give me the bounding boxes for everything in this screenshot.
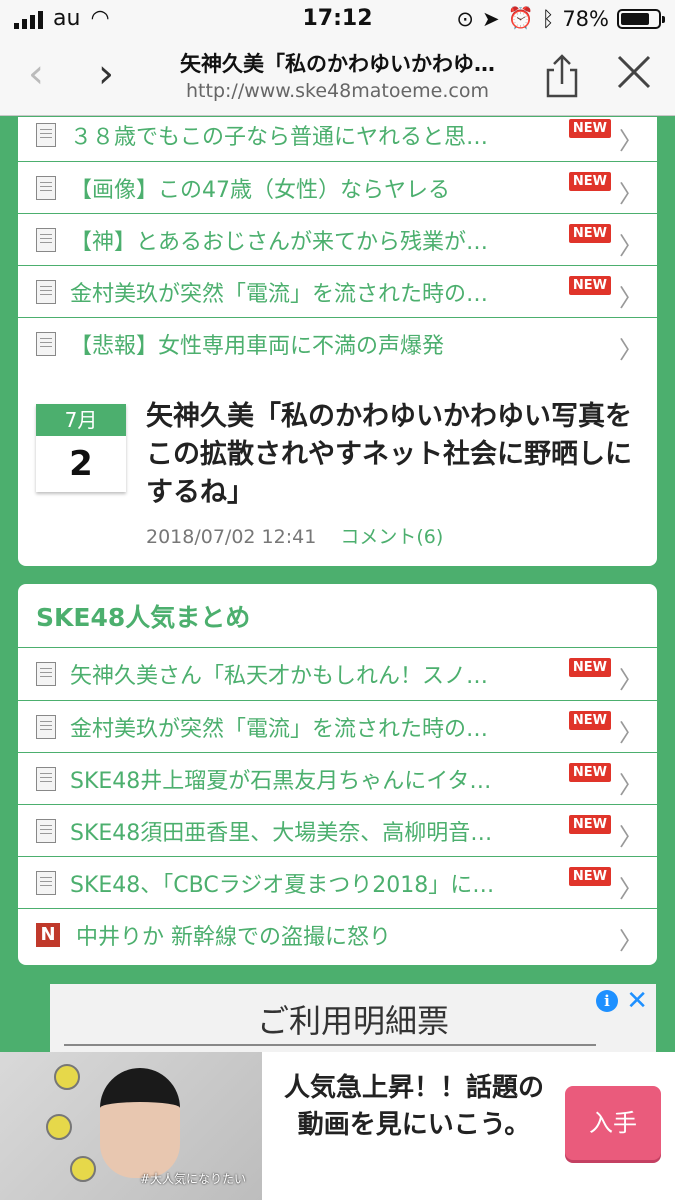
- news-n-icon: N: [36, 922, 60, 947]
- list-item[interactable]: ３８歳でもこの子なら普通にヤれると思… NEW 〉: [18, 117, 657, 161]
- new-badge: NEW: [568, 276, 611, 295]
- page-url[interactable]: http://www.ske48matoeme.com: [130, 80, 545, 102]
- document-icon: [36, 766, 56, 791]
- ad-close-icon[interactable]: ✕: [626, 986, 648, 1016]
- chevron-right-icon: 〉: [619, 875, 643, 903]
- ad-preview[interactable]: ご利用明細票 i ✕: [50, 984, 656, 1052]
- document-icon: [36, 123, 56, 147]
- list-item[interactable]: N 中井りか 新幹線での盗撮に怒り 〉: [18, 908, 657, 960]
- browser-toolbar: ‹ › 矢神久美「私のかわゆいかわゆ… http://www.ske48mato…: [0, 36, 675, 116]
- list-item-title: SKE48、「CBCラジオ夏まつり2018」に…: [70, 872, 495, 898]
- new-badge: NEW: [568, 658, 611, 677]
- smiley-icon: [46, 1114, 72, 1140]
- battery-percent: 78%: [562, 6, 609, 31]
- list-item[interactable]: SKE48井上瑠夏が石黒友月ちゃんにイタ… NEW 〉: [18, 752, 657, 804]
- page-title: 矢神久美「私のかわゆいかわゆ…: [180, 52, 495, 76]
- document-icon: [36, 279, 56, 304]
- new-badge: NEW: [568, 763, 611, 782]
- list-item-title: 【悲報】女性専用車両に不満の声爆発: [70, 333, 445, 359]
- chevron-right-icon: 〉: [619, 232, 643, 260]
- list-item[interactable]: 【神】とあるおじさんが来てから残業が… NEW 〉: [18, 213, 657, 265]
- chevron-right-icon: 〉: [619, 719, 643, 747]
- new-badge: NEW: [568, 711, 611, 730]
- list-item[interactable]: SKE48、「CBCラジオ夏まつり2018」に… NEW 〉: [18, 856, 657, 908]
- page-content: ３８歳でもこの子なら普通にヤれると思… NEW 〉 【画像】この47歳（女性）な…: [0, 117, 675, 1052]
- banner-image: #大人気になりたい: [0, 1052, 262, 1200]
- list-item[interactable]: 【悲報】女性専用車両に不満の声爆発 〉: [18, 317, 657, 369]
- document-icon: [36, 714, 56, 739]
- new-badge: NEW: [568, 867, 611, 886]
- smiley-icon: [70, 1156, 96, 1182]
- chevron-right-icon: 〉: [619, 823, 643, 851]
- rotation-lock-icon: ⊙: [456, 6, 474, 31]
- status-bar: au ◠ 17:12 ⊙ ➤ ⏰ ᛒ 78%: [0, 0, 675, 36]
- ad-preview-text: ご利用明細票: [256, 1002, 449, 1040]
- list-item-title: 金村美玖が突然「電流」を流された時の…: [70, 281, 489, 307]
- new-badge: NEW: [568, 815, 611, 834]
- document-icon: [36, 818, 56, 843]
- bottom-banner-ad[interactable]: #大人気になりたい 人気急上昇！！話題の動画を見にいこう。 入手: [0, 1052, 675, 1200]
- forward-button[interactable]: ›: [84, 54, 128, 98]
- document-icon: [36, 870, 56, 895]
- list-item-title: 矢神久美さん「私天才かもしれん！スノ…: [70, 664, 489, 689]
- document-icon: [36, 227, 56, 252]
- list-item-title: SKE48井上瑠夏が石黒友月ちゃんにイタ…: [70, 768, 492, 794]
- share-icon: [546, 54, 578, 98]
- ad-preview-line: [64, 1044, 596, 1046]
- new-badge: NEW: [568, 172, 611, 191]
- popular-heading: SKE48人気まとめ: [18, 584, 657, 648]
- chevron-right-icon: 〉: [619, 336, 643, 364]
- chevron-right-icon: 〉: [619, 180, 643, 208]
- popular-list: SKE48人気まとめ 矢神久美さん「私天才かもしれん！スノ… NEW 〉 金村美…: [18, 584, 657, 965]
- popular-heading-text: SKE48人気まとめ: [36, 602, 251, 632]
- back-button[interactable]: ‹: [14, 54, 58, 98]
- article-header: 7月 2 矢神久美「私のかわゆいかわゆい写真をこの拡散されやすネット社会に野晒し…: [18, 384, 657, 566]
- list-item[interactable]: SKE48須田亜香里、大場美奈、高柳明音… NEW 〉: [18, 804, 657, 856]
- article-title: 矢神久美「私のかわゆいかわゆい写真をこの拡散されやすネット社会に野晒しにするね」: [146, 401, 632, 508]
- list-item-title: 【神】とあるおじさんが来てから残業が…: [70, 229, 489, 255]
- document-icon: [36, 662, 56, 686]
- chevron-right-icon: 〉: [619, 127, 643, 155]
- list-item-title: ３８歳でもこの子なら普通にヤれると思…: [70, 125, 489, 150]
- person-photo: [100, 1068, 180, 1178]
- article-meta: 2018/07/02 12:41 コメント(6): [146, 522, 443, 549]
- list-item[interactable]: 金村美玖が突然「電流」を流された時の… NEW 〉: [18, 700, 657, 752]
- close-button[interactable]: [612, 54, 656, 98]
- share-button[interactable]: [540, 54, 584, 98]
- location-icon: ➤: [481, 6, 500, 31]
- get-button[interactable]: 入手: [565, 1086, 661, 1160]
- chevron-right-icon: 〉: [619, 771, 643, 799]
- banner-text: 人気急上昇！！話題の動画を見にいこう。: [283, 1073, 544, 1140]
- list-item-title: 中井りか 新幹線での盗撮に怒り: [76, 924, 391, 950]
- chevron-right-icon: 〉: [619, 927, 643, 955]
- article-datetime: 2018/07/02 12:41: [146, 526, 317, 548]
- adchoices-info-icon[interactable]: i: [596, 990, 618, 1012]
- date-calendar-icon: 7月 2: [36, 404, 126, 492]
- status-right: ⊙ ➤ ⏰ ᛒ 78%: [456, 6, 665, 31]
- chevron-right-icon: 〉: [619, 666, 643, 694]
- new-badge: NEW: [568, 119, 611, 138]
- list-item-title: 【画像】この47歳（女性）ならヤレる: [70, 177, 450, 203]
- list-item[interactable]: 矢神久美さん「私天才かもしれん！スノ… NEW 〉: [18, 648, 657, 700]
- date-month: 7月: [36, 404, 126, 436]
- alarm-icon: ⏰: [507, 6, 534, 30]
- comments-link[interactable]: コメント(6): [340, 526, 443, 548]
- close-icon: [617, 55, 651, 89]
- list-item[interactable]: 金村美玖が突然「電流」を流された時の… NEW 〉: [18, 265, 657, 317]
- smiley-icon: [54, 1064, 80, 1090]
- bluetooth-icon: ᛒ: [541, 6, 555, 31]
- list-item-title: SKE48須田亜香里、大場美奈、高柳明音…: [70, 820, 493, 846]
- document-icon: [36, 175, 56, 200]
- new-badge: NEW: [568, 224, 611, 243]
- battery-icon: [617, 8, 665, 29]
- list-item-title: 金村美玖が突然「電流」を流された時の…: [70, 716, 489, 742]
- banner-caption: #大人気になりたい: [140, 1172, 247, 1186]
- date-day: 2: [69, 444, 93, 484]
- document-icon: [36, 331, 56, 356]
- list-item[interactable]: 【画像】この47歳（女性）ならヤレる NEW 〉: [18, 161, 657, 213]
- chevron-right-icon: 〉: [619, 284, 643, 312]
